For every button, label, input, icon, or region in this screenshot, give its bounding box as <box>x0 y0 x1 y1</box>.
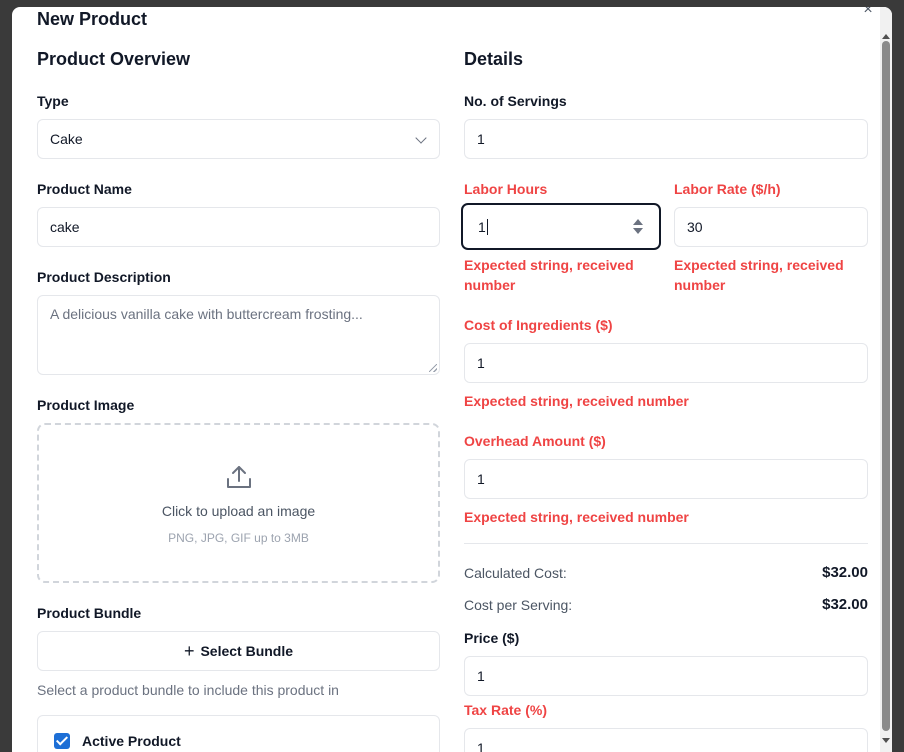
servings-input[interactable]: 1 <box>464 119 868 159</box>
labor-hours-value: 1 <box>478 218 486 235</box>
active-product-label: Active Product <box>82 733 181 749</box>
ingredients-value: 1 <box>477 355 485 371</box>
product-image-label: Product Image <box>37 397 135 413</box>
resize-handle-icon[interactable] <box>429 364 437 372</box>
price-input[interactable]: 1 <box>464 656 868 696</box>
labor-rate-label: Labor Rate ($/h) <box>674 181 781 197</box>
labor-rate-error: Expected string, received number <box>674 257 844 293</box>
overhead-value: 1 <box>477 471 485 487</box>
modal-scrollbar[interactable] <box>880 7 892 752</box>
calculated-cost-value: $32.00 <box>822 564 868 581</box>
tax-rate-value: 1 <box>477 740 485 752</box>
ingredients-label: Cost of Ingredients ($) <box>464 317 613 333</box>
ingredients-input[interactable]: 1 <box>464 343 868 383</box>
servings-value: 1 <box>477 131 485 147</box>
price-label: Price ($) <box>464 630 520 646</box>
upload-text: Click to upload an image <box>161 503 316 519</box>
overhead-error: Expected string, received number <box>464 509 689 525</box>
cost-divider <box>464 543 868 544</box>
bundle-helper-text: Select a product bundle to include this … <box>37 682 339 698</box>
labor-hours-label: Labor Hours <box>464 181 548 197</box>
product-description-placeholder: A delicious vanilla cake with buttercrea… <box>50 306 363 322</box>
scrollbar-thumb[interactable] <box>882 41 890 731</box>
active-product-card: Active Product <box>37 715 440 752</box>
type-select[interactable]: Cake <box>37 119 440 159</box>
scroll-down-arrow-icon[interactable] <box>882 738 890 743</box>
image-upload-dropzone[interactable]: Click to upload an image PNG, JPG, GIF u… <box>37 423 440 583</box>
select-bundle-button[interactable]: + Select Bundle <box>37 631 440 671</box>
active-product-checkbox[interactable] <box>54 733 70 749</box>
upload-hint: PNG, JPG, GIF up to 3MB <box>168 531 309 545</box>
product-name-value: cake <box>50 219 80 235</box>
product-overview-heading: Product Overview <box>37 49 191 69</box>
number-spinner-icon[interactable] <box>633 219 643 235</box>
product-description-textarea[interactable]: A delicious vanilla cake with buttercrea… <box>37 295 440 375</box>
chevron-down-icon <box>415 132 427 144</box>
servings-label: No. of Servings <box>464 93 567 109</box>
ingredients-error: Expected string, received number <box>464 393 689 409</box>
tax-rate-label: Tax Rate (%) <box>464 702 547 718</box>
product-name-label: Product Name <box>37 181 132 197</box>
product-name-input[interactable]: cake <box>37 207 440 247</box>
labor-hours-error: Expected string, received number <box>464 257 634 293</box>
scroll-up-arrow-icon[interactable] <box>882 34 890 39</box>
type-label: Type <box>37 93 69 109</box>
labor-rate-value: 30 <box>687 219 703 235</box>
select-bundle-label: Select Bundle <box>200 643 294 659</box>
close-icon[interactable]: × <box>860 7 876 18</box>
tax-rate-input[interactable]: 1 <box>464 728 868 752</box>
overhead-input[interactable]: 1 <box>464 459 868 499</box>
plus-icon: + <box>183 641 195 661</box>
labor-hours-input[interactable]: 1 <box>461 203 661 250</box>
cost-per-serving-label: Cost per Serving: <box>464 597 573 613</box>
type-select-value: Cake <box>50 131 83 147</box>
upload-icon <box>227 466 251 488</box>
new-product-modal: New Product × Product Overview Type Cake… <box>12 7 892 752</box>
text-cursor <box>486 218 488 235</box>
product-description-label: Product Description <box>37 269 171 285</box>
details-heading: Details <box>464 49 524 69</box>
modal-title: New Product <box>37 9 148 29</box>
cost-per-serving-value: $32.00 <box>822 596 868 613</box>
calculated-cost-label: Calculated Cost: <box>464 565 567 581</box>
labor-rate-input[interactable]: 30 <box>674 207 868 247</box>
price-value: 1 <box>477 668 485 684</box>
overhead-label: Overhead Amount ($) <box>464 433 606 449</box>
product-bundle-label: Product Bundle <box>37 605 142 621</box>
